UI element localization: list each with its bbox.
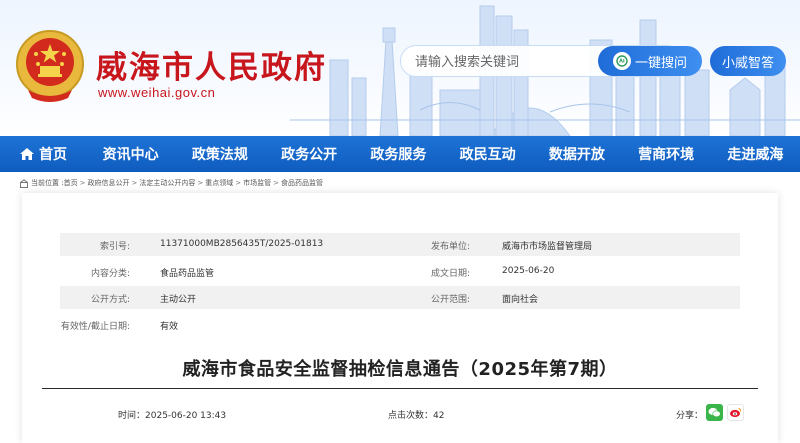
nav-item-about[interactable]: 走进威海 [711,136,800,172]
nav-item-label: 首页 [39,147,67,163]
national-emblem-icon [16,30,84,102]
scope-label: 公开范围: [430,295,470,305]
created-date-value: 2025-06-20 [502,266,555,276]
site-title[interactable]: 威海市人民政府 [96,42,327,87]
ai-search-button[interactable]: 一键搜问 [598,46,702,76]
nav-item-services[interactable]: 政务服务 [354,136,443,172]
method-label: 公开方式: [90,295,130,305]
category-value: 食品药品监管 [160,269,215,279]
index-value: 11371000MB2856435T/2025-01813 [160,239,324,249]
wechat-icon[interactable] [706,404,723,421]
nav-item-open-data[interactable]: 数据开放 [532,136,621,172]
breadcrumb-separator: > [79,179,86,187]
search-input[interactable] [415,52,605,72]
breadcrumb-item-disclosure[interactable]: 政府信息公开 [87,178,129,188]
breadcrumb-separator: > [197,179,204,187]
share-label: 分享： [676,411,704,421]
meta-row: 公开方式: 主动公开 公开范围: 面向社会 [60,286,740,309]
breadcrumb-separator: > [131,179,138,187]
validity-label: 有效性/截止日期: [60,322,130,332]
time-value: 2025-06-20 13:43 [145,411,227,421]
breadcrumb-item-food-drug[interactable]: 食品药品监管 [281,178,323,188]
assistant-button[interactable]: 小威智答 [710,46,786,76]
breadcrumb-item-key-areas[interactable]: 重点领域 [205,178,233,188]
nav-item-news[interactable]: 资讯中心 [86,136,175,172]
nav-item-interaction[interactable]: 政民互动 [443,136,532,172]
breadcrumb-separator: > [273,179,279,187]
clicks-label: 点击次数： [388,411,434,421]
created-date-label: 成文日期: [430,269,470,279]
nav-item-disclosure[interactable]: 政务公开 [265,136,354,172]
home-icon [19,147,35,161]
nav-item-business[interactable]: 营商环境 [622,136,711,172]
location-icon [20,178,28,188]
publisher-label: 发布单位: [430,242,470,252]
ai-search-label: 一键搜问 [634,55,687,71]
ai-icon [612,52,631,70]
weibo-icon[interactable] [727,404,744,421]
validity-value: 有效 [160,322,179,332]
meta-row: 有效性/截止日期: 有效 [60,313,740,336]
publish-time: 时间：2025-06-20 13:43 [118,408,226,421]
nav-item-home[interactable]: 首页 [0,136,86,172]
click-count: 点击次数：42 [388,408,444,421]
breadcrumb: 当前位置 : 首页 > 政府信息公开 > 法定主动公开内容 > 重点领域 > 市… [20,176,323,190]
publisher-value: 威海市市场监督管理局 [502,242,593,252]
share-icons [706,404,744,421]
breadcrumb-separator: > [235,179,242,187]
main-nav: 首页 资讯中心 政策法规 政务公开 政务服务 政民互动 数据开放 营商环境 走进… [0,136,800,172]
index-label: 索引号: [99,242,130,252]
clicks-value: 42 [433,411,445,421]
time-label: 时间： [118,411,146,421]
category-label: 内容分类: [90,269,130,279]
breadcrumb-item-statutory[interactable]: 法定主动公开内容 [139,178,195,188]
site-url[interactable]: www.weihai.gov.cn [98,85,215,100]
nav-item-policy[interactable]: 政策法规 [175,136,264,172]
breadcrumb-prefix: 当前位置 : [31,179,64,187]
title-divider [42,388,758,389]
breadcrumb-item-market[interactable]: 市场监管 [243,178,271,188]
method-value: 主动公开 [160,295,197,305]
breadcrumb-item-home[interactable]: 首页 [64,178,78,188]
meta-row: 内容分类: 食品药品监管 成文日期: 2025-06-20 [60,260,740,283]
site-header: 威海市人民政府 www.weihai.gov.cn 一键搜问 小威智答 [0,0,800,136]
article-title: 威海市食品安全监督抽检信息通告（2025年第7期） [182,359,618,380]
meta-row: 索引号: 11371000MB2856435T/2025-01813 发布单位:… [60,233,740,256]
scope-value: 面向社会 [502,295,539,305]
